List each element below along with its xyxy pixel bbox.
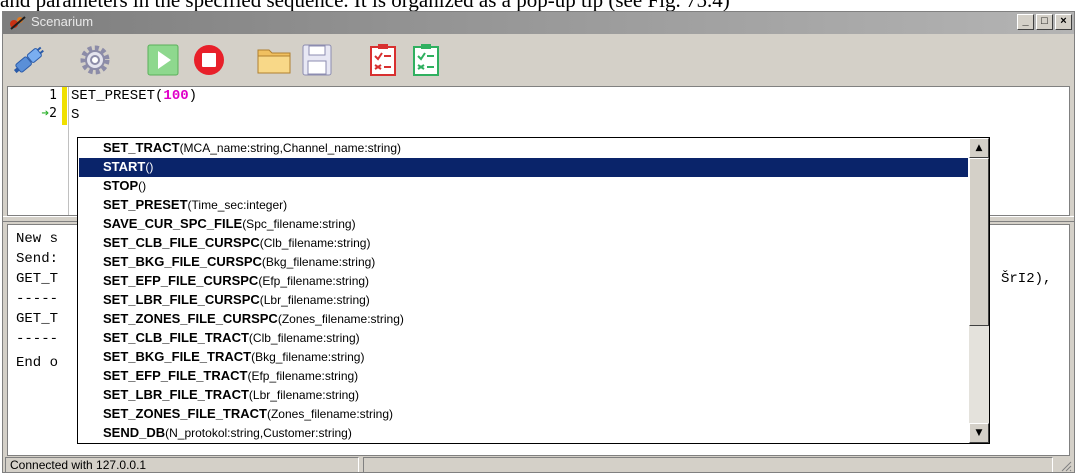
gutter-separator bbox=[68, 87, 69, 215]
app-logo-icon bbox=[10, 16, 26, 30]
command-name: SET_ZONES_FILE_TRACT bbox=[103, 406, 267, 421]
log-line: New s bbox=[16, 231, 59, 247]
command-params: (Bkg_filename:string) bbox=[251, 350, 365, 364]
code-line-current[interactable]: S bbox=[71, 107, 79, 123]
minimize-button[interactable]: _ bbox=[1017, 14, 1034, 30]
command-params: () bbox=[138, 179, 147, 193]
command-name: SET_CLB_FILE_CURSPC bbox=[103, 235, 260, 250]
autocomplete-item[interactable]: SET_ZONES_FILE_CURSPC(Zones_filename:str… bbox=[79, 310, 968, 329]
command-params: (MCA_name:string,Channel_name:string) bbox=[179, 141, 401, 155]
status-bar: Connected with 127.0.0.1 bbox=[3, 456, 1074, 472]
command-params: (Bkg_filename:string) bbox=[261, 255, 376, 269]
line-number-current: ➔2 bbox=[41, 106, 57, 121]
close-button[interactable]: × bbox=[1055, 14, 1072, 30]
command-params: (N_protokol:string,Customer:string) bbox=[165, 426, 352, 440]
run-icon[interactable] bbox=[145, 42, 181, 78]
command-params: (Clb_filename:string) bbox=[248, 331, 360, 345]
autocomplete-item[interactable]: SET_ZONES_FILE_TRACT(Zones_filename:stri… bbox=[79, 405, 968, 424]
command-params: (Zones_filename:string) bbox=[277, 312, 404, 326]
toolbar bbox=[3, 34, 1074, 86]
stop-icon[interactable] bbox=[191, 42, 227, 78]
command-params: (Clb_filename:string) bbox=[259, 236, 371, 250]
code-command: SET_PRESET( bbox=[71, 88, 164, 104]
command-name: SET_EFP_FILE_TRACT bbox=[103, 368, 248, 383]
command-name: SET_LBR_FILE_TRACT bbox=[103, 387, 249, 402]
command-name: START bbox=[103, 159, 146, 174]
status-panel-empty bbox=[363, 457, 1053, 472]
command-name: SET_PRESET bbox=[103, 197, 188, 212]
code-paren: ) bbox=[188, 88, 198, 104]
command-name: SET_TRACT bbox=[103, 140, 180, 155]
autocomplete-item[interactable]: SET_BKG_FILE_TRACT(Bkg_filename:string) bbox=[79, 348, 968, 367]
open-folder-icon[interactable] bbox=[256, 42, 292, 78]
popup-scrollbar[interactable]: ▲ ▼ bbox=[969, 138, 989, 443]
connection-status: Connected with 127.0.0.1 bbox=[5, 457, 359, 472]
scroll-up-button[interactable]: ▲ bbox=[969, 138, 989, 158]
autocomplete-item[interactable]: SET_EFP_FILE_CURSPC(Efp_filename:string) bbox=[79, 272, 968, 291]
current-line-arrow-icon: ➔ bbox=[41, 106, 50, 121]
checklist-green-icon[interactable] bbox=[408, 42, 444, 78]
autocomplete-item[interactable]: SEND_DB(N_protokol:string,Customer:strin… bbox=[79, 424, 968, 443]
log-line: Send: bbox=[16, 251, 59, 267]
autocomplete-list[interactable]: SET_TRACT(MCA_name:string,Channel_name:s… bbox=[78, 138, 969, 443]
autocomplete-item[interactable]: SAVE_CUR_SPC_FILE(Spc_filename:string) bbox=[79, 215, 968, 234]
log-line: ----- bbox=[16, 331, 59, 347]
command-params: (Lbr_filename:string) bbox=[259, 293, 370, 307]
line-number: 1 bbox=[49, 88, 57, 103]
log-line: GET_T bbox=[16, 311, 59, 327]
title-bar[interactable]: Scenarium _ □ × bbox=[3, 12, 1074, 34]
log-line: GET_T bbox=[16, 271, 59, 287]
command-name: SET_BKG_FILE_TRACT bbox=[103, 349, 252, 364]
command-name: SAVE_CUR_SPC_FILE bbox=[103, 216, 243, 231]
modified-lines-marker bbox=[62, 87, 67, 125]
resize-grip-icon[interactable] bbox=[1060, 460, 1072, 472]
code-line[interactable]: SET_PRESET(100) bbox=[71, 88, 197, 104]
autocomplete-item[interactable]: SET_CLB_FILE_CURSPC(Clb_filename:string) bbox=[79, 234, 968, 253]
command-name: SET_BKG_FILE_CURSPC bbox=[103, 254, 262, 269]
command-params: (Efp_filename:string) bbox=[247, 369, 359, 383]
autocomplete-item[interactable]: SET_LBR_FILE_CURSPC(Lbr_filename:string) bbox=[79, 291, 968, 310]
autocomplete-item[interactable]: STOP() bbox=[79, 177, 968, 196]
command-name: SEND_DB bbox=[103, 425, 166, 440]
autocomplete-popup[interactable]: SET_TRACT(MCA_name:string,Channel_name:s… bbox=[77, 137, 990, 444]
log-line: End o bbox=[16, 355, 59, 371]
command-name: SET_CLB_FILE_TRACT bbox=[103, 330, 249, 345]
scroll-down-button[interactable]: ▼ bbox=[969, 423, 989, 443]
log-line-tail: ŠrI2), bbox=[1001, 271, 1052, 287]
command-name: SET_LBR_FILE_CURSPC bbox=[103, 292, 260, 307]
scroll-thumb[interactable] bbox=[969, 158, 989, 326]
command-params: (Lbr_filename:string) bbox=[248, 388, 359, 402]
save-icon[interactable] bbox=[299, 42, 335, 78]
autocomplete-item[interactable]: SET_LBR_FILE_TRACT(Lbr_filename:string) bbox=[79, 386, 968, 405]
command-params: () bbox=[145, 160, 154, 174]
command-name: SET_EFP_FILE_CURSPC bbox=[103, 273, 259, 288]
connect-icon[interactable] bbox=[11, 42, 47, 78]
maximize-button[interactable]: □ bbox=[1036, 14, 1053, 30]
autocomplete-item[interactable]: START() bbox=[79, 158, 968, 177]
log-line: ----- bbox=[16, 291, 59, 307]
checklist-red-icon[interactable] bbox=[365, 42, 401, 78]
autocomplete-item[interactable]: SET_TRACT(MCA_name:string,Channel_name:s… bbox=[79, 139, 968, 158]
command-name: SET_ZONES_FILE_CURSPC bbox=[103, 311, 278, 326]
command-params: (Efp_filename:string) bbox=[258, 274, 370, 288]
autocomplete-item[interactable]: SET_PRESET(Time_sec:integer) bbox=[79, 196, 968, 215]
command-params: (Spc_filename:string) bbox=[242, 217, 356, 231]
autocomplete-item[interactable]: SET_EFP_FILE_TRACT(Efp_filename:string) bbox=[79, 367, 968, 386]
autocomplete-item[interactable]: SET_CLB_FILE_TRACT(Clb_filename:string) bbox=[79, 329, 968, 348]
command-name: STOP bbox=[103, 178, 139, 193]
command-params: (Time_sec:integer) bbox=[187, 198, 288, 212]
autocomplete-item[interactable]: SET_BKG_FILE_CURSPC(Bkg_filename:string) bbox=[79, 253, 968, 272]
line-number: 2 bbox=[49, 106, 57, 121]
command-params: (Zones_filename:string) bbox=[266, 407, 394, 421]
window-title: Scenarium bbox=[31, 14, 94, 29]
code-number-literal: 100 bbox=[163, 88, 189, 104]
line-number-gutter: 1 ➔2 bbox=[8, 87, 66, 215]
settings-gear-icon[interactable] bbox=[77, 42, 113, 78]
